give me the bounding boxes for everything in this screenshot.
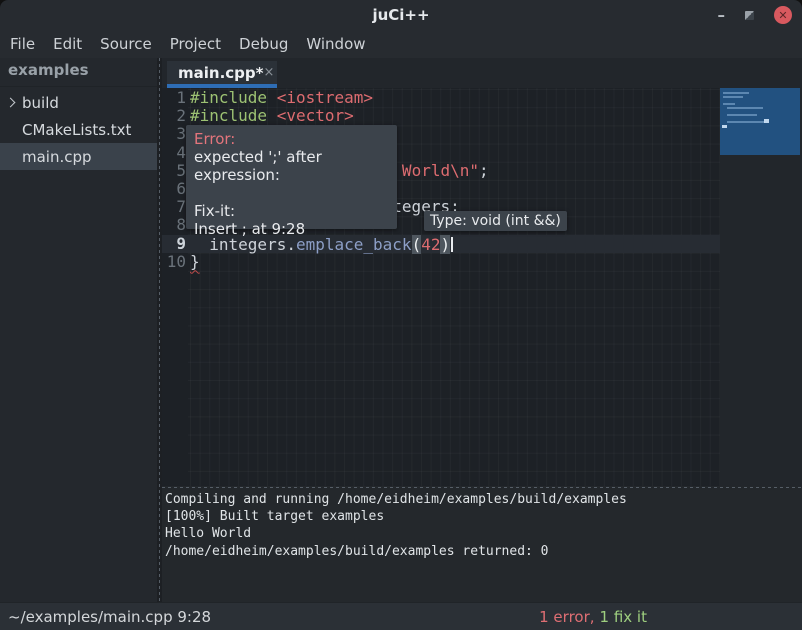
tree-item-build[interactable]: build xyxy=(0,89,157,116)
overview-map[interactable] xyxy=(720,88,800,155)
chevron-right-icon[interactable] xyxy=(6,98,16,108)
code-segment: ) xyxy=(440,235,450,254)
status-diagnostics: 1 error, 1 fix it xyxy=(539,603,647,630)
line-number: 1 xyxy=(162,89,186,107)
error-count[interactable]: 1 error, xyxy=(539,608,594,626)
code-segment: } xyxy=(190,252,200,271)
menu-source[interactable]: Source xyxy=(91,35,161,53)
overview-code-mark xyxy=(727,114,757,116)
code-segment: #include xyxy=(190,106,267,125)
code-segment: <iostream> xyxy=(277,88,373,107)
diagnostic-tooltip: Error: expected ';' after expression: Fi… xyxy=(186,125,397,229)
output-panel[interactable]: Compiling and running /home/eidheim/exam… xyxy=(162,490,802,602)
menu-file[interactable]: File xyxy=(1,35,44,53)
tree-item-label: CMakeLists.txt xyxy=(22,121,131,139)
line-number: 3 xyxy=(162,125,186,143)
fixit-text: Insert ; at 9:28 xyxy=(194,220,389,238)
tree-item-cmakelists-txt[interactable]: CMakeLists.txt xyxy=(0,116,157,143)
titlebar[interactable]: juCi++ – ✕ xyxy=(0,0,802,30)
menu-debug[interactable]: Debug xyxy=(230,35,297,53)
file-tree: build CMakeLists.txt main.cpp xyxy=(0,89,157,170)
overview-code-mark xyxy=(727,121,765,123)
close-button[interactable]: ✕ xyxy=(774,6,792,24)
code-segment: ; xyxy=(479,161,489,180)
tab-close-icon[interactable]: × xyxy=(263,65,274,80)
file-tree-sidebar: examples build CMakeLists.txt main.cpp xyxy=(0,58,157,602)
overview-map-column[interactable] xyxy=(720,88,802,486)
overview-code-mark xyxy=(727,107,763,109)
code-segment xyxy=(267,88,277,107)
tree-item-main-cpp[interactable]: main.cpp xyxy=(0,143,157,170)
tab-strip: main.cpp* × xyxy=(162,58,802,88)
text-cursor xyxy=(451,237,453,252)
overview-code-mark xyxy=(723,103,735,105)
diagnostic-spacer xyxy=(194,184,389,202)
diagnostic-message: expected ';' after expression: xyxy=(194,148,389,184)
code-line-1[interactable]: #include <iostream> xyxy=(190,89,489,107)
fixit-count[interactable]: 1 fix it xyxy=(600,608,647,626)
code-segment xyxy=(267,106,277,125)
line-number: 2 xyxy=(162,107,186,125)
line-number: 6 xyxy=(162,180,186,198)
line-number: 8 xyxy=(162,216,186,234)
restore-icon[interactable] xyxy=(745,11,754,20)
line-number-gutter: 12345678910 xyxy=(162,89,186,271)
tab-main-cpp[interactable]: main.cpp* × xyxy=(167,61,277,88)
tab-label: main.cpp* xyxy=(178,64,263,82)
line-number: 10 xyxy=(162,253,186,271)
code-segment: #include xyxy=(190,88,267,107)
output-line: Compiling and running /home/eidheim/exam… xyxy=(165,491,802,508)
output-line: /home/eidheim/examples/build/examples re… xyxy=(165,543,802,560)
line-number: 5 xyxy=(162,162,186,180)
tree-item-label: build xyxy=(22,94,59,112)
code-line-2[interactable]: #include <vector> xyxy=(190,107,489,125)
line-number: 9 xyxy=(162,235,186,253)
status-bar: ~/examples/main.cpp 9:28 1 error, 1 fix … xyxy=(0,602,802,630)
diagnostic-title: Error: xyxy=(194,130,389,148)
window-title: juCi++ xyxy=(372,6,429,24)
window-controls: – ✕ xyxy=(718,0,793,30)
overview-code-mark xyxy=(722,125,727,128)
menu-edit[interactable]: Edit xyxy=(44,35,91,53)
minimize-button[interactable]: – xyxy=(718,10,726,20)
tree-item-label: main.cpp xyxy=(22,148,92,166)
source-editor[interactable]: 12345678910 #include <iostream>#include … xyxy=(162,88,802,486)
menu-window[interactable]: Window xyxy=(297,35,374,53)
menu-project[interactable]: Project xyxy=(161,35,230,53)
code-segment: ( xyxy=(412,235,422,254)
output-line: [100%] Built target examples xyxy=(165,508,802,525)
fixit-label: Fix-it: xyxy=(194,202,389,220)
overview-code-mark xyxy=(723,92,749,94)
code-segment: <vector> xyxy=(277,106,354,125)
juci-window: juCi++ – ✕ FileEditSourceProjectDebugWin… xyxy=(0,0,802,630)
editor-pane: main.cpp* × 12345678910 #include <iostre… xyxy=(162,58,802,602)
line-number: 4 xyxy=(162,144,186,162)
output-line: Hello World xyxy=(165,525,802,542)
project-name-header: examples xyxy=(0,58,157,87)
overview-code-mark xyxy=(723,96,743,98)
code-line-10[interactable]: } xyxy=(190,253,489,271)
overview-code-mark xyxy=(764,119,769,123)
status-file-location: ~/examples/main.cpp 9:28 xyxy=(8,608,211,626)
type-tooltip: Type: void (int &&) xyxy=(424,211,567,231)
line-number: 7 xyxy=(162,198,186,216)
menubar: FileEditSourceProjectDebugWindow xyxy=(0,30,802,58)
code-segment: 42 xyxy=(421,235,440,254)
